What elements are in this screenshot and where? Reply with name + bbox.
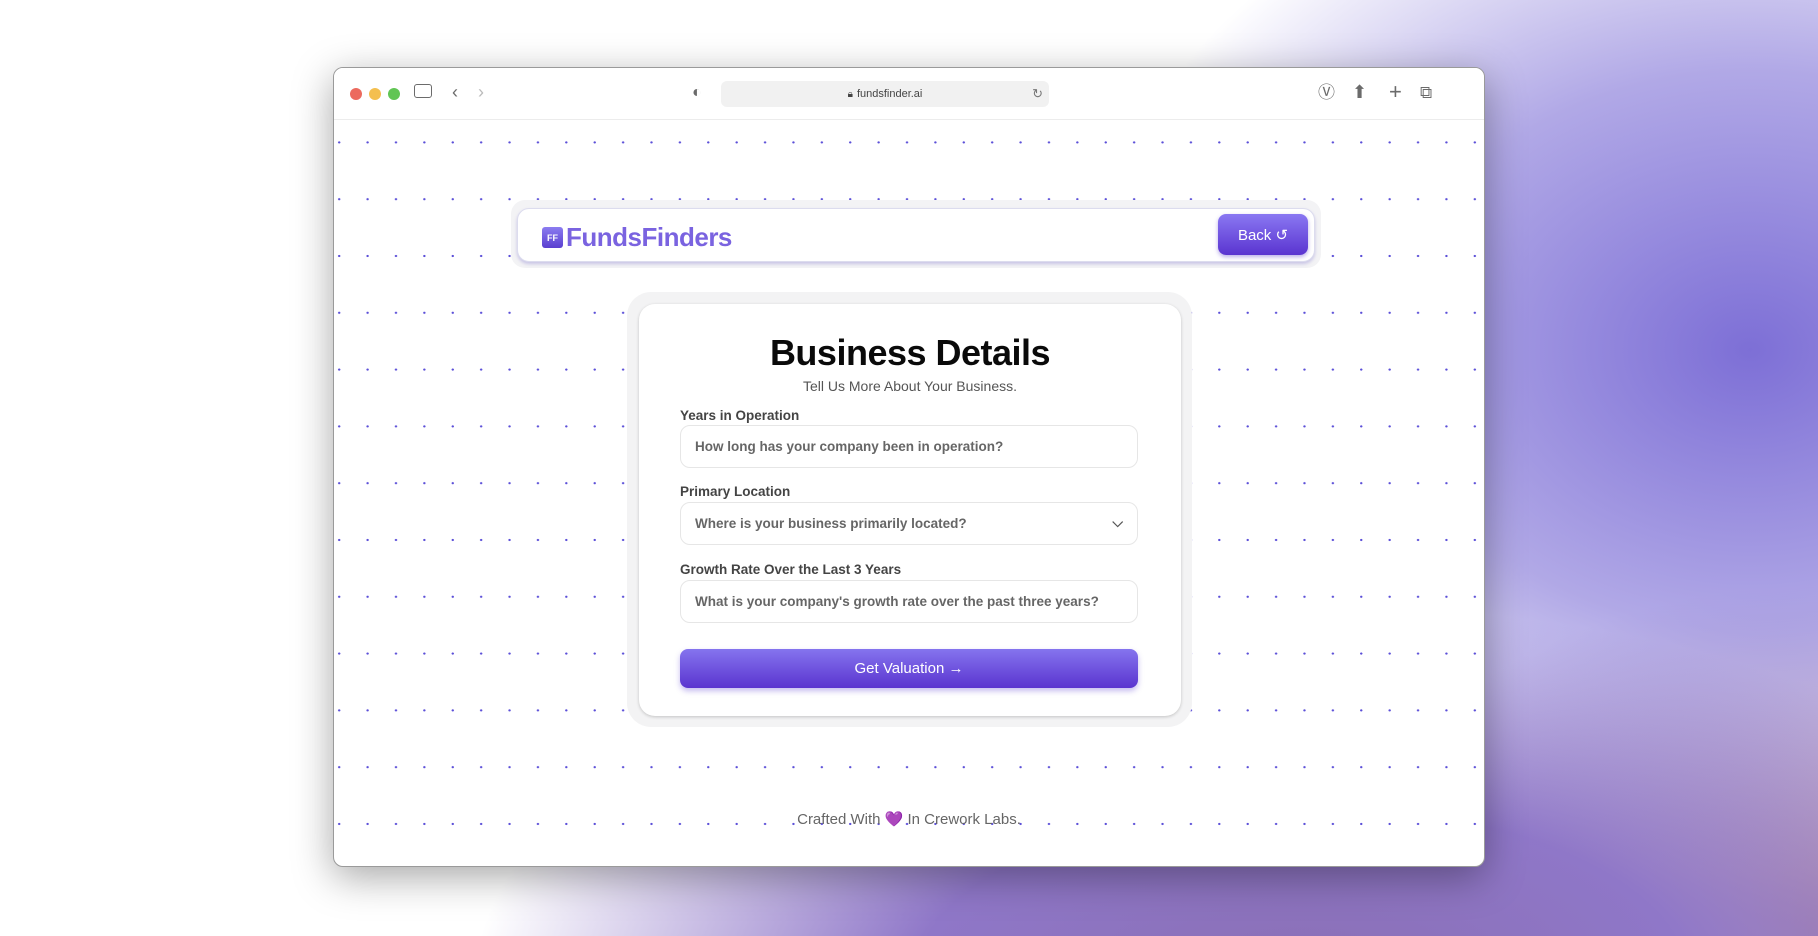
new-tab-icon[interactable]: + xyxy=(1389,81,1402,103)
url-text: fundsfinder.ai xyxy=(856,88,923,100)
heart-icon: 💜 xyxy=(884,811,904,828)
browser-window: ‹ › ◐ 🔒︎ fundsfinder.ai ↻ Ⓥ ⬆︎ + ⧉ FF Fu… xyxy=(333,67,1485,867)
get-valuation-button[interactable]: Get Valuation → xyxy=(680,649,1138,688)
tab-overview-icon[interactable]: ⧉ xyxy=(1420,83,1432,103)
logo-text: FundsFinders xyxy=(566,222,732,252)
address-bar[interactable]: 🔒︎ fundsfinder.ai ↻ xyxy=(721,81,1049,107)
logo-mark-icon: FF xyxy=(542,227,563,248)
page-title: Business Details xyxy=(769,332,1051,373)
maximize-window-button[interactable] xyxy=(388,88,400,100)
business-details-card: Business Details Tell Us More About Your… xyxy=(639,304,1181,716)
location-placeholder: Where is your business primarily located… xyxy=(695,516,967,531)
footer-text-before: Crafted With xyxy=(797,811,881,828)
footer-text-after: In Crework Labs. xyxy=(907,811,1021,828)
years-label: Years in Operation xyxy=(680,408,800,423)
site-header: FF FundsFinders Back ↺ xyxy=(517,208,1315,262)
growth-label: Growth Rate Over the Last 3 Years xyxy=(680,562,902,577)
chevron-down-icon: ⌵ xyxy=(1112,514,1123,530)
years-input[interactable]: How long has your company been in operat… xyxy=(680,425,1138,468)
close-window-button[interactable] xyxy=(350,88,362,100)
location-select[interactable]: Where is your business primarily located… xyxy=(680,502,1138,545)
logo[interactable]: FF FundsFinders xyxy=(542,222,732,253)
browser-toolbar: ‹ › ◐ 🔒︎ fundsfinder.ai ↻ Ⓥ ⬆︎ + ⧉ xyxy=(334,68,1484,120)
privacy-shield-icon[interactable]: ◐ xyxy=(692,83,702,103)
lock-icon: 🔒︎ xyxy=(847,88,853,100)
page-subtitle: Tell Us More About Your Business. xyxy=(802,378,1017,394)
location-label: Primary Location xyxy=(680,484,791,499)
back-button[interactable]: Back ↺ xyxy=(1218,214,1308,255)
share-icon[interactable]: ⬆︎ xyxy=(1352,82,1367,102)
back-nav-icon[interactable]: ‹ xyxy=(452,82,458,102)
reload-icon[interactable]: ↻ xyxy=(1032,86,1043,102)
forward-nav-icon[interactable]: › xyxy=(478,82,484,102)
growth-input[interactable]: What is your company's growth rate over … xyxy=(680,580,1138,623)
page-content: FF FundsFinders Back ↺ Business Details … xyxy=(334,120,1484,866)
footer: Crafted With 💜 In Crework Labs. xyxy=(334,810,1484,828)
minimize-window-button[interactable] xyxy=(369,88,381,100)
download-icon[interactable]: Ⓥ xyxy=(1318,83,1335,103)
sidebar-toggle-icon[interactable] xyxy=(414,84,432,98)
